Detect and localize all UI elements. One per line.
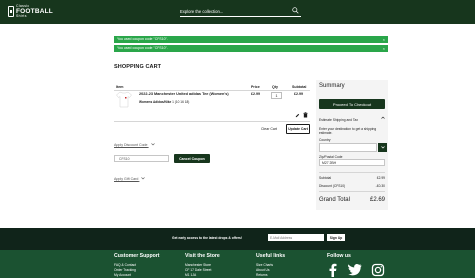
apply-gift-card-label: Apply Gift Card bbox=[114, 177, 139, 181]
estimate-shipping-toggle[interactable]: Estimate Shipping and Tax bbox=[319, 118, 358, 122]
summary-discount-row: Discount (CFS10) -£0.30 bbox=[319, 184, 385, 188]
footer-link[interactable]: Order Tracking bbox=[114, 268, 136, 272]
chevron-down-icon bbox=[150, 143, 155, 146]
table-divider bbox=[114, 121, 310, 122]
footer-store-line: CF 17 Dale Street bbox=[185, 268, 212, 272]
footer-store-line: M1 1JA bbox=[185, 273, 197, 277]
footer-link[interactable]: My Account bbox=[114, 273, 131, 277]
discount-label: Discount (CFS10) bbox=[319, 184, 346, 188]
newsletter-text: Get early access to the latest drops & o… bbox=[172, 236, 242, 240]
site-logo[interactable]: Classic FOOTBALL Shirts bbox=[8, 4, 53, 19]
search-bar bbox=[180, 6, 301, 17]
product-option: Womens Adidas/Nike 1 (10 16 18) bbox=[139, 100, 189, 104]
site-header: Classic FOOTBALL Shirts bbox=[0, 0, 475, 24]
footer-link[interactable]: FAQ & Contact bbox=[114, 263, 136, 267]
summary-subtotal-row: Subtotal £2.99 bbox=[319, 176, 385, 180]
product-name[interactable]: 2022-23 Manchester United adidas Tee (Wo… bbox=[139, 92, 239, 96]
grand-total-row: Grand Total £2.69 bbox=[319, 197, 385, 203]
country-label: Country bbox=[319, 138, 331, 142]
footer-link[interactable]: Returns bbox=[256, 273, 268, 277]
close-icon[interactable]: × bbox=[383, 36, 385, 43]
product-thumbnail[interactable] bbox=[116, 91, 132, 108]
grand-total-label: Grand Total bbox=[319, 197, 350, 203]
column-header-price: Price bbox=[251, 85, 260, 89]
table-divider bbox=[114, 90, 310, 91]
quantity-input[interactable] bbox=[271, 92, 282, 99]
search-input[interactable] bbox=[180, 6, 285, 16]
chevron-down-icon bbox=[141, 177, 146, 180]
subtotal-label: Subtotal bbox=[319, 176, 332, 180]
chevron-down-icon bbox=[380, 146, 385, 149]
twitter-icon[interactable] bbox=[348, 263, 362, 277]
footer-store-title: Visit the Store bbox=[185, 253, 220, 259]
footer-follow-title: Follow us bbox=[327, 253, 351, 259]
search-icon[interactable] bbox=[292, 7, 299, 14]
country-select[interactable] bbox=[319, 143, 377, 152]
chevron-up-icon[interactable] bbox=[381, 116, 385, 119]
footer-useful-title: Useful links bbox=[256, 253, 286, 259]
grand-total-value: £2.69 bbox=[369, 197, 385, 203]
discount-value: -£0.30 bbox=[375, 184, 385, 188]
product-option-value: 1 (10 16 18) bbox=[172, 100, 190, 104]
column-header-subtotal: Subtotal bbox=[292, 85, 307, 89]
item-subtotal: £2.99 bbox=[294, 92, 303, 96]
page-title: SHOPPING CART bbox=[114, 64, 162, 70]
summary-divider bbox=[319, 172, 385, 173]
summary-divider bbox=[319, 191, 385, 192]
proceed-to-checkout-button[interactable]: Proceed To Checkout bbox=[319, 99, 385, 109]
shirt-logo-icon bbox=[8, 6, 14, 18]
column-header-item: Item bbox=[116, 85, 124, 89]
cancel-coupon-button[interactable]: Cancel Coupon bbox=[174, 154, 210, 163]
footer-link[interactable]: About Us bbox=[256, 268, 270, 272]
footer-store-line: Manchester Store bbox=[185, 263, 212, 267]
country-dropdown-button[interactable] bbox=[378, 143, 387, 152]
subtotal-value: £2.99 bbox=[376, 176, 385, 180]
trash-icon[interactable] bbox=[303, 112, 308, 118]
product-option-label: Womens Adidas/Nike bbox=[139, 100, 172, 104]
coupon-code-input[interactable] bbox=[114, 155, 169, 162]
newsletter-signup-button[interactable]: Sign Up bbox=[327, 234, 345, 241]
facebook-icon[interactable] bbox=[326, 263, 340, 277]
logo-line-3: Shirts bbox=[16, 14, 27, 18]
estimate-shipping-hint: Enter your destination to get a shipping… bbox=[319, 127, 377, 136]
clear-cart-link[interactable]: Clear Cart bbox=[261, 127, 277, 131]
update-cart-button[interactable]: Update Cart bbox=[286, 124, 310, 134]
close-icon[interactable]: × bbox=[383, 45, 385, 52]
coupon-alert: You used coupon code "CFS10". × bbox=[114, 36, 388, 43]
summary-title: Summary bbox=[319, 83, 345, 89]
column-header-qty: Qty bbox=[272, 85, 278, 89]
alert-message: You used coupon code "CFS10". bbox=[117, 37, 168, 41]
apply-discount-toggle[interactable]: Apply Discount Code bbox=[114, 143, 155, 147]
site-footer bbox=[0, 250, 475, 278]
apply-discount-label: Apply Discount Code bbox=[114, 143, 148, 147]
footer-link[interactable]: Size Charts bbox=[256, 263, 273, 267]
coupon-alert: You used coupon code "CFS10". × bbox=[114, 45, 388, 52]
footer-support-title: Customer Support bbox=[114, 253, 160, 259]
apply-gift-card-toggle[interactable]: Apply Gift Card bbox=[114, 177, 146, 181]
newsletter-email-input[interactable] bbox=[268, 234, 324, 241]
edit-icon[interactable] bbox=[295, 113, 300, 118]
alert-message: You used coupon code "CFS10". bbox=[117, 46, 168, 50]
zip-code-input[interactable] bbox=[319, 159, 385, 166]
instagram-icon[interactable] bbox=[371, 263, 385, 277]
item-price: £2.99 bbox=[251, 92, 260, 96]
